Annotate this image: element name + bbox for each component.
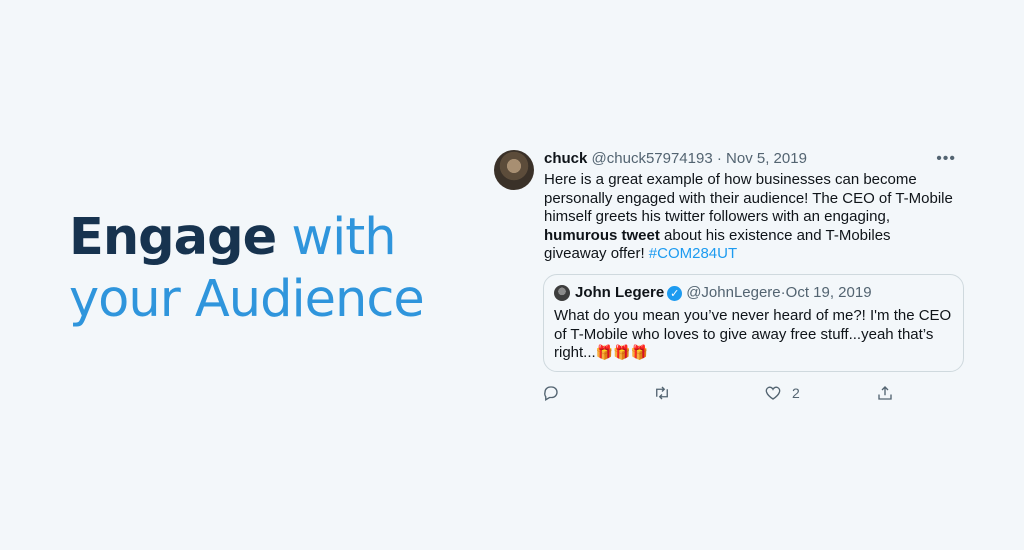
hashtag-link[interactable]: #COM284UT	[649, 245, 737, 262]
tweet-header: chuck @chuck57974193 · Nov 5, 2019	[544, 148, 964, 170]
author-handle[interactable]: @chuck57974193	[592, 150, 713, 167]
quoted-text: What do you mean you’ve never heard of m…	[554, 307, 953, 363]
quoted-avatar	[554, 285, 570, 301]
retweet-button[interactable]	[653, 384, 681, 402]
retweet-icon	[656, 386, 668, 400]
quoted-date: Oct 19, 2019	[785, 284, 872, 301]
like-button[interactable]: 2	[764, 384, 800, 402]
share-icon	[878, 386, 892, 400]
reply-icon	[544, 386, 558, 401]
verified-badge-icon: ✓	[667, 285, 683, 301]
headline-bold: Engage	[69, 208, 277, 267]
like-count: 2	[792, 385, 800, 401]
tweet-text-part-1: Here is a great example of how businesse…	[544, 171, 953, 225]
share-button[interactable]	[876, 384, 894, 402]
tweet-date[interactable]: Nov 5, 2019	[726, 150, 807, 167]
gift-emoji: 🎁🎁🎁	[595, 345, 648, 361]
headline-line-1: Engage with	[69, 207, 424, 269]
more-icon[interactable]: •••	[936, 151, 956, 167]
headline: Engage with your Audience	[69, 207, 425, 331]
meta-separator: ·	[712, 150, 727, 167]
tweet-body: chuck @chuck57974193 · Nov 5, 2019 ••• H…	[544, 148, 964, 264]
tweet-actions: 2	[542, 384, 902, 404]
tweet-text: Here is a great example of how businesse…	[544, 171, 956, 264]
quoted-tweet[interactable]: John Legere ✓ @JohnLegere · Oct 19, 2019…	[543, 274, 964, 372]
quoted-header: John Legere ✓ @JohnLegere · Oct 19, 2019	[554, 284, 953, 302]
reply-button[interactable]	[542, 384, 570, 402]
headline-line-2: your Audience	[69, 270, 425, 329]
author-name[interactable]: chuck	[544, 150, 587, 167]
quoted-author-name: John Legere	[575, 284, 665, 301]
quoted-author-handle: @JohnLegere	[686, 284, 781, 301]
like-icon	[765, 386, 781, 400]
tweet-text-bold: humurous tweet	[544, 226, 660, 244]
avatar[interactable]	[494, 150, 534, 190]
headline-light-1: with	[276, 208, 396, 267]
